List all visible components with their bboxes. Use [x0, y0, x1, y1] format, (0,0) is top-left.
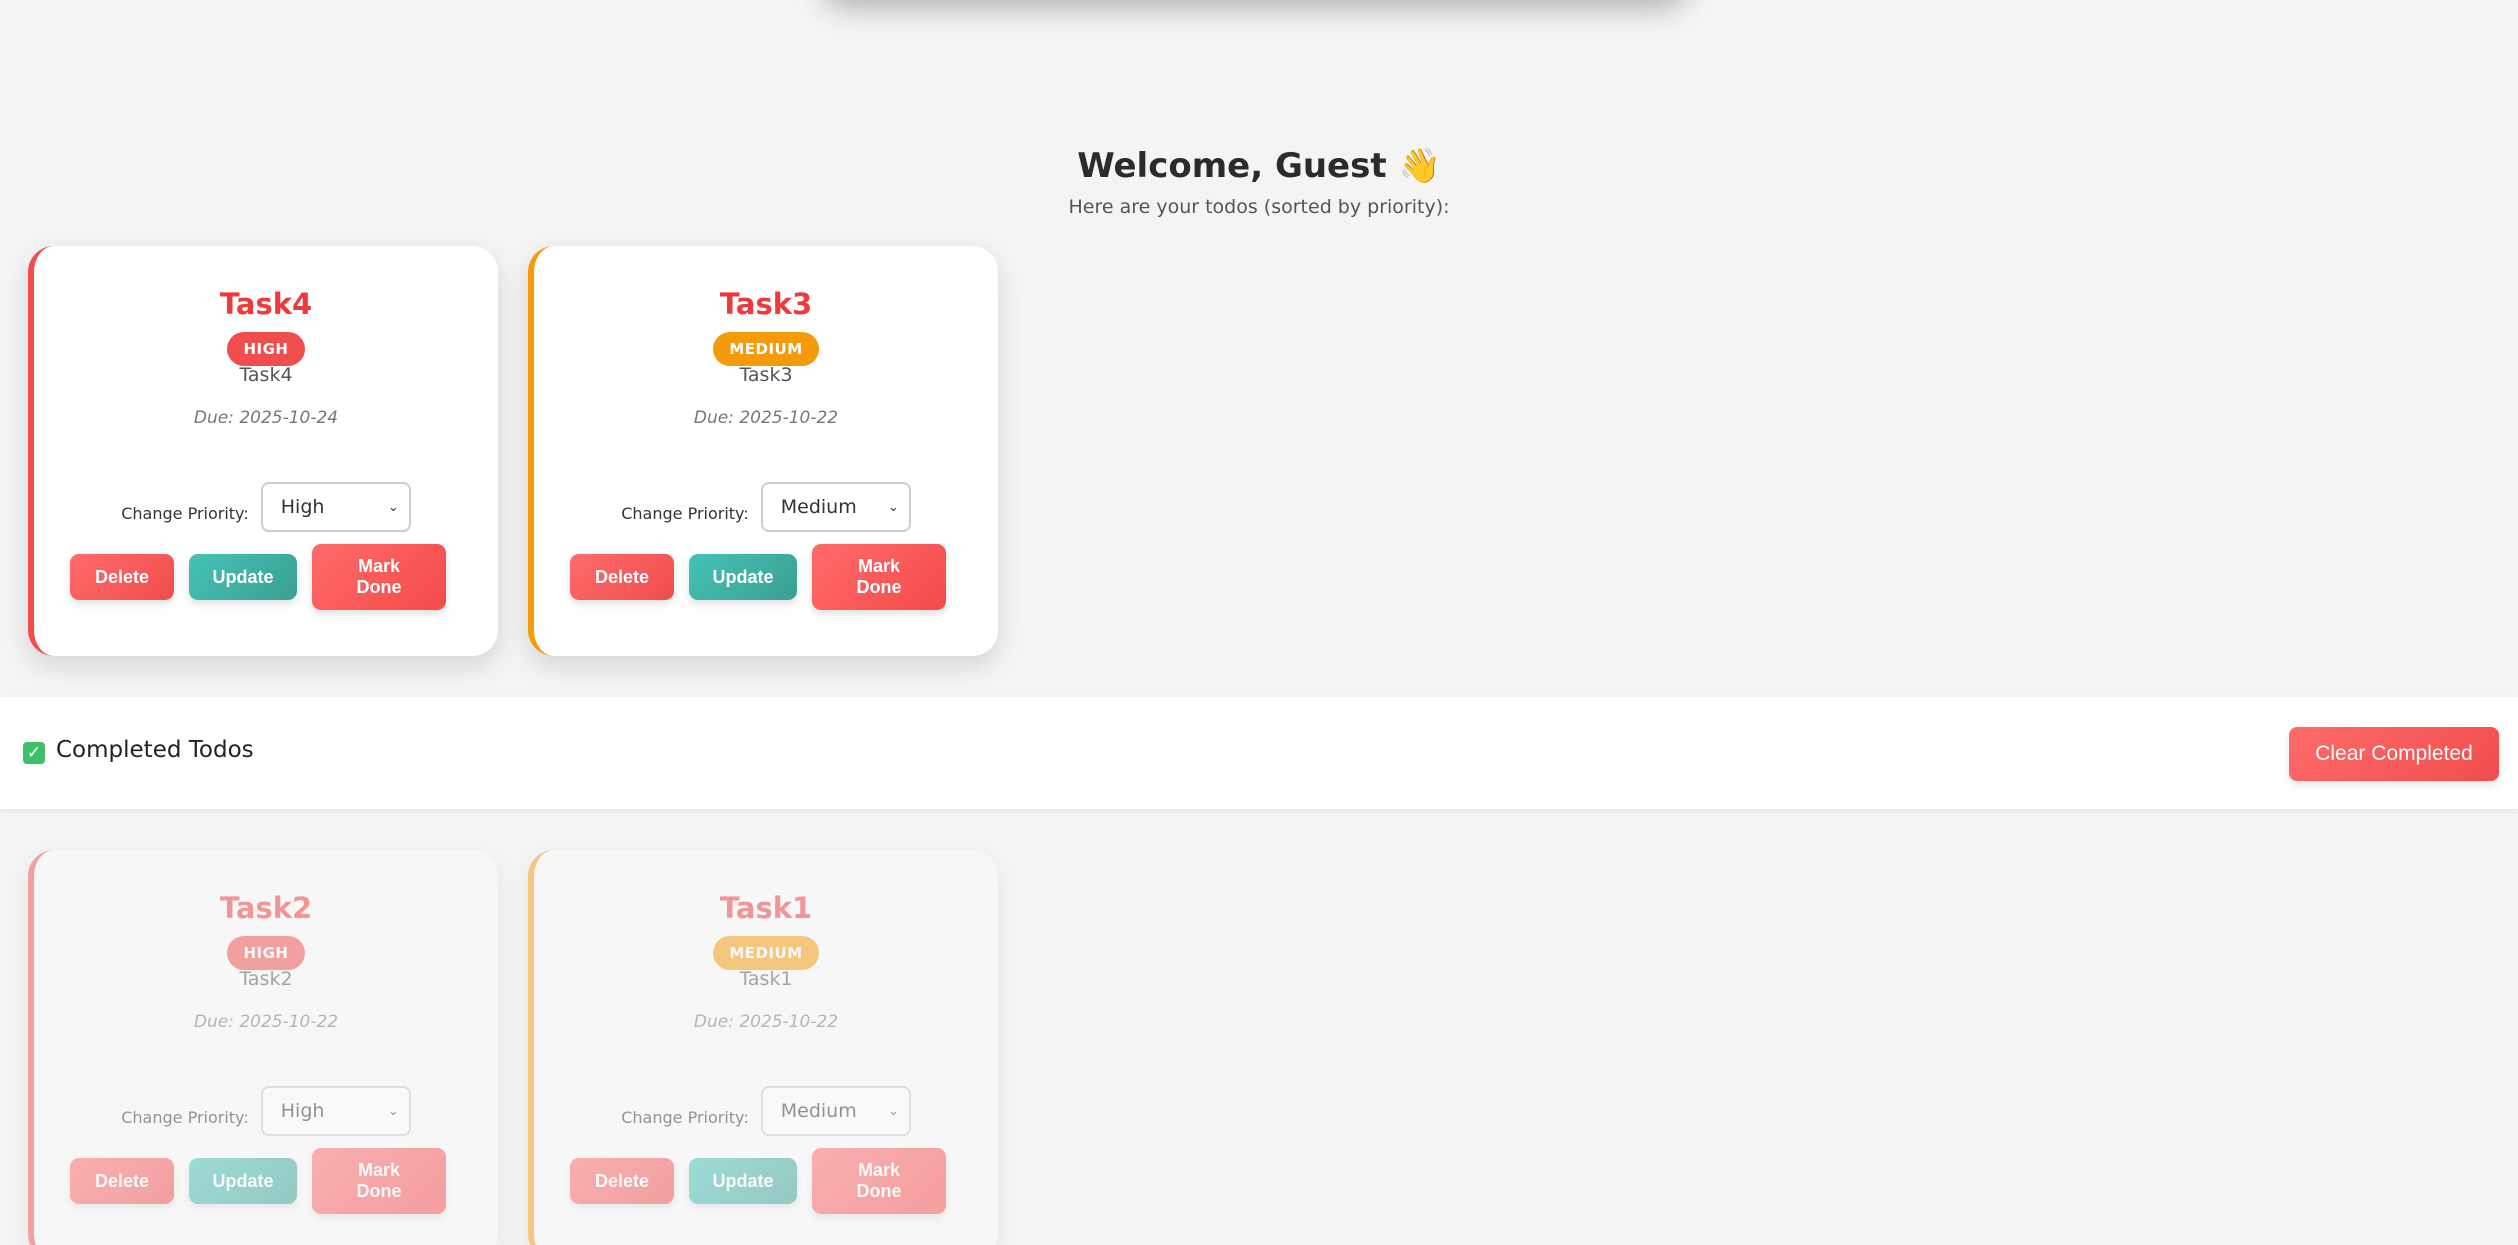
delete-button[interactable]: Delete — [70, 1158, 174, 1204]
chevron-down-icon: ⌄ — [887, 1103, 899, 1119]
completed-todos-label: Completed Todos — [56, 737, 254, 763]
update-button[interactable]: Update — [689, 1158, 797, 1204]
update-button[interactable]: Update — [189, 1158, 297, 1204]
change-priority-label: Change Priority: — [121, 1107, 249, 1127]
todo-actions: Delete Update Mark Done — [70, 1148, 498, 1214]
priority-badge: HIGH — [227, 936, 305, 970]
mark-done-button[interactable]: Mark Done — [812, 1148, 946, 1214]
todo-due-date: Due: 2025-10-22 — [693, 408, 839, 428]
chevron-down-icon: ⌄ — [387, 499, 399, 515]
priority-select-value: Medium — [780, 496, 857, 518]
change-priority-row: Change Priority: Medium ⌄ — [534, 1086, 998, 1136]
delete-button[interactable]: Delete — [570, 1158, 674, 1204]
completed-todo-card: Task1 MEDIUM Task1 Due: 2025-10-22 Chang… — [528, 850, 998, 1245]
todo-due-date: Due: 2025-10-22 — [193, 1012, 339, 1032]
update-button[interactable]: Update — [689, 554, 797, 600]
todo-actions: Delete Update Mark Done — [570, 544, 998, 610]
completed-todo-grid: Task2 HIGH Task2 Due: 2025-10-22 Change … — [28, 850, 998, 1245]
mark-done-button[interactable]: Mark Done — [812, 544, 946, 610]
todo-description: Task1 — [739, 968, 793, 990]
priority-select-value: Medium — [780, 1100, 857, 1122]
priority-select[interactable]: Medium ⌄ — [760, 482, 911, 532]
todo-title: Task3 — [719, 287, 813, 321]
todo-description: Task2 — [239, 968, 293, 990]
mark-done-button[interactable]: Mark Done — [312, 1148, 446, 1214]
todo-description: Task4 — [239, 364, 293, 386]
change-priority-row: Change Priority: High ⌄ — [34, 482, 498, 532]
todo-actions: Delete Update Mark Done — [570, 1148, 998, 1214]
active-todo-grid: Task4 HIGH Task4 Due: 2025-10-24 Change … — [28, 246, 998, 656]
todo-title: Task4 — [219, 287, 313, 321]
todo-title: Task1 — [719, 891, 813, 925]
priority-select[interactable]: High ⌄ — [260, 1086, 411, 1136]
todo-card: Task4 HIGH Task4 Due: 2025-10-24 Change … — [28, 246, 498, 656]
priority-select-value: High — [280, 1100, 325, 1122]
page-subtitle: Here are your todos (sorted by priority)… — [1068, 196, 1450, 218]
priority-select[interactable]: High ⌄ — [260, 482, 411, 532]
update-button[interactable]: Update — [189, 554, 297, 600]
change-priority-label: Change Priority: — [121, 503, 249, 523]
change-priority-row: Change Priority: Medium ⌄ — [534, 482, 998, 532]
completed-todos-header: ✓ Completed Todos Clear Completed — [0, 697, 2518, 809]
priority-select[interactable]: Medium ⌄ — [760, 1086, 911, 1136]
delete-button[interactable]: Delete — [70, 554, 174, 600]
checkbox-checked-icon: ✓ — [23, 742, 45, 764]
change-priority-row: Change Priority: High ⌄ — [34, 1086, 498, 1136]
priority-badge: MEDIUM — [713, 936, 819, 970]
change-priority-label: Change Priority: — [621, 1107, 749, 1127]
delete-button[interactable]: Delete — [570, 554, 674, 600]
completed-todo-card: Task2 HIGH Task2 Due: 2025-10-22 Change … — [28, 850, 498, 1245]
wave-hand-icon: 👋 — [1398, 146, 1441, 186]
todo-title: Task2 — [219, 891, 313, 925]
todo-due-date: Due: 2025-10-24 — [193, 408, 339, 428]
change-priority-label: Change Priority: — [621, 503, 749, 523]
chevron-down-icon: ⌄ — [887, 499, 899, 515]
priority-select-value: High — [280, 496, 325, 518]
welcome-header: Welcome, Guest 👋 Here are your todos (so… — [0, 140, 2518, 218]
todo-actions: Delete Update Mark Done — [70, 544, 498, 610]
priority-badge: HIGH — [227, 332, 305, 366]
todo-due-date: Due: 2025-10-22 — [693, 1012, 839, 1032]
todo-description: Task3 — [739, 364, 793, 386]
todo-card: Task3 MEDIUM Task3 Due: 2025-10-22 Chang… — [528, 246, 998, 656]
mark-done-button[interactable]: Mark Done — [312, 544, 446, 610]
welcome-title-text: Welcome, Guest — [1077, 146, 1387, 186]
page-title: Welcome, Guest 👋 — [0, 140, 2518, 192]
priority-badge: MEDIUM — [713, 332, 819, 366]
chevron-down-icon: ⌄ — [387, 1103, 399, 1119]
clear-completed-button[interactable]: Clear Completed — [2289, 727, 2499, 781]
